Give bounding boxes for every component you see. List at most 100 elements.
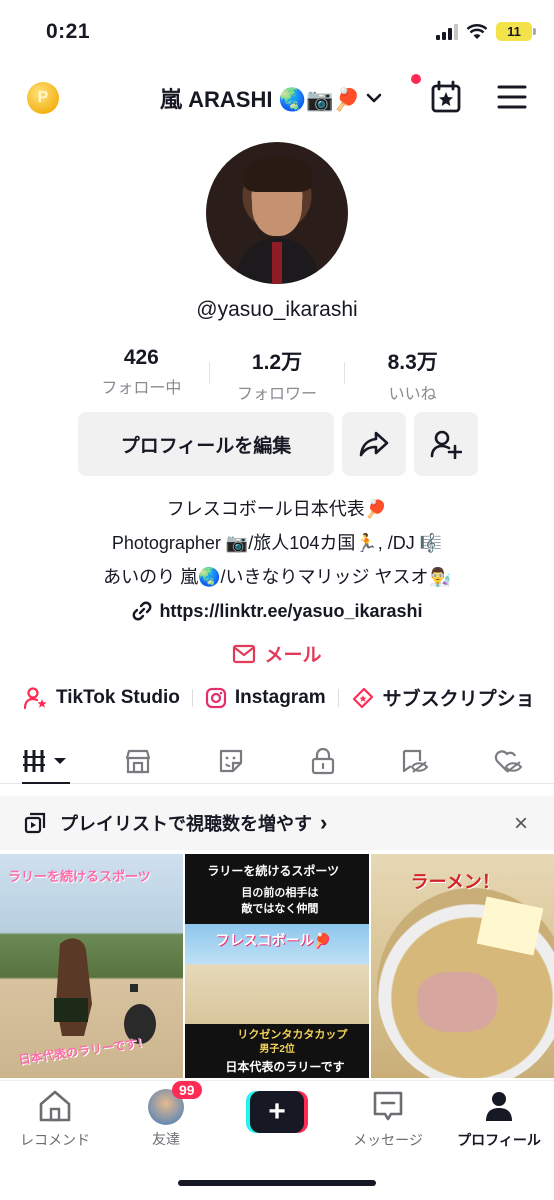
shop-icon	[126, 749, 151, 773]
plus-icon: +	[250, 1091, 304, 1133]
video-thumbnail[interactable]: ラリーを続けるスポーツ 日本代表のラリーです！	[0, 854, 184, 1078]
tab-reposts[interactable]	[369, 738, 461, 783]
video-thumbnail[interactable]: ラーメン！	[370, 854, 554, 1078]
ramen-chashu	[416, 972, 497, 1032]
calendar-star-icon[interactable]	[429, 80, 463, 114]
stat-value: 8.3万	[387, 351, 438, 374]
sticker-icon	[219, 749, 242, 772]
bio-line: Photographer 📷/旅人104カ国🏃, /DJ 🎼	[111, 533, 443, 553]
heart-hidden-icon	[494, 749, 523, 773]
subscription-link[interactable]: サブスクリプショ	[351, 684, 535, 711]
nav-messages[interactable]: メッセージ	[333, 1089, 443, 1150]
video-grid: ラリーを続けるスポーツ 日本代表のラリーです！ ラリーを続けるスポーツ 目の前の…	[0, 854, 554, 1078]
nav-friends[interactable]: 99 友達	[111, 1081, 221, 1149]
playlist-banner[interactable]: プレイリストで視聴数を増やす › ×	[0, 796, 554, 850]
stat-value: 1.2万	[251, 351, 303, 374]
link-icon	[133, 601, 152, 621]
close-icon[interactable]: ×	[514, 810, 528, 838]
tab-shop[interactable]	[92, 738, 184, 783]
link-label: TikTok Studio	[56, 686, 180, 708]
tab-liked[interactable]	[462, 738, 554, 783]
username-title: 嵐 ARASHI 🌏📷🏓	[160, 87, 361, 112]
bio-link[interactable]: https://linktr.ee/yasuo_ikarashi	[0, 594, 554, 628]
video-caption-sub: 目の前の相手は	[241, 887, 319, 899]
status-bar: 0:21 11	[0, 0, 554, 64]
bio-line: フレスコボール日本代表🏓	[166, 499, 388, 519]
nav-label: 友達	[152, 1131, 180, 1147]
lock-icon	[312, 747, 335, 774]
message-icon	[373, 1091, 403, 1121]
video-caption-cup-sub: 男子2位	[259, 1044, 295, 1055]
bio-line: あいのり 嵐🌏/いきなりマリッジ ヤスオ👨‍🔬	[103, 567, 451, 587]
profile-stats: 426 フォロー中 1.2万 フォロワー 8.3万 いいね	[74, 346, 480, 404]
video-caption-top: ラリーを続けるスポーツ	[207, 864, 340, 878]
mail-icon	[233, 644, 256, 663]
home-indicator	[178, 1180, 376, 1186]
avatar-hair	[244, 156, 312, 192]
video-thumbnail[interactable]: ラリーを続けるスポーツ 目の前の相手は 敵ではなく仲間 フレスコボール🏓 リクゼ…	[185, 854, 369, 1078]
status-icons: 11	[436, 22, 536, 41]
status-time: 0:21	[46, 20, 91, 43]
tab-stickers[interactable]	[185, 738, 277, 783]
friend-avatar: 99	[148, 1081, 202, 1125]
add-user-icon	[430, 430, 462, 459]
content-tabs	[0, 738, 554, 784]
stat-likes[interactable]: 8.3万 いいね	[345, 346, 480, 404]
stat-following[interactable]: 426 フォロー中	[74, 346, 209, 404]
link-label: サブスクリプショ	[382, 689, 535, 710]
video-caption-sub: 敵ではなく仲間	[241, 903, 319, 915]
stat-value: 426	[123, 346, 159, 369]
wifi-icon	[466, 23, 488, 39]
add-friend-button[interactable]	[414, 412, 478, 476]
stat-label: フォロワー	[237, 386, 318, 403]
profile-icon	[486, 1092, 512, 1121]
account-switcher[interactable]: 嵐 ARASHI 🌏📷🏓	[160, 82, 383, 114]
stat-followers[interactable]: 1.2万 フォロワー	[210, 346, 345, 404]
notification-dot	[411, 74, 421, 84]
playlist-banner-text: プレイリストで視聴数を増やす	[60, 814, 312, 834]
instagram-link[interactable]: Instagram	[205, 687, 326, 709]
tab-videos[interactable]	[0, 738, 92, 784]
playlist-icon	[24, 812, 46, 834]
profile-header: P 嵐 ARASHI 🌏📷🏓	[0, 72, 554, 124]
link-divider	[337, 688, 339, 707]
create-button[interactable]: +	[246, 1091, 308, 1133]
nav-label: プロフィール	[457, 1132, 541, 1148]
link-divider	[191, 688, 193, 707]
avatar-tie	[272, 242, 282, 284]
cellular-signal-icon	[436, 23, 458, 40]
video-caption-bottom: 日本代表のラリーです	[225, 1060, 345, 1074]
share-icon	[359, 431, 389, 457]
mail-label: メール	[264, 645, 322, 666]
profile-bio: フレスコボール日本代表🏓 Photographer 📷/旅人104カ国🏃, /D…	[0, 492, 554, 628]
bio-link-text: https://linktr.ee/yasuo_ikarashi	[159, 601, 423, 621]
friends-badge: 99	[172, 1081, 202, 1099]
chevron-down-icon	[366, 93, 382, 103]
stat-label: いいね	[388, 386, 437, 403]
menu-icon[interactable]	[497, 84, 527, 110]
coin-icon[interactable]: P	[27, 82, 59, 114]
instagram-icon	[205, 687, 226, 708]
studio-person-icon	[24, 686, 47, 709]
mail-button[interactable]: メール	[0, 640, 554, 667]
tab-private[interactable]	[277, 738, 369, 783]
coin-label: P	[37, 89, 49, 106]
nav-profile[interactable]: プロフィール	[444, 1089, 554, 1150]
grid-videos-icon	[23, 749, 67, 772]
nav-label: レコメンド	[20, 1132, 90, 1148]
share-profile-button[interactable]	[342, 412, 406, 476]
link-label: Instagram	[234, 686, 326, 708]
bookmark-hidden-icon	[403, 749, 429, 773]
profile-handle: @yasuo_ikarashi	[196, 298, 358, 321]
chevron-right-icon: ›	[320, 810, 328, 835]
battery-level: 11	[507, 24, 521, 39]
edit-profile-button[interactable]: プロフィールを編集	[78, 412, 334, 476]
profile-avatar[interactable]	[206, 142, 348, 284]
video-caption-mid: フレスコボール🏓	[215, 932, 331, 948]
profile-action-buttons: プロフィールを編集	[78, 412, 478, 476]
battery-indicator: 11	[496, 22, 536, 41]
video-caption-top: ラーメン！	[410, 872, 500, 892]
home-icon	[39, 1090, 71, 1122]
nav-recommend[interactable]: レコメンド	[0, 1089, 110, 1150]
tiktok-studio-link[interactable]: TikTok Studio	[24, 686, 180, 710]
